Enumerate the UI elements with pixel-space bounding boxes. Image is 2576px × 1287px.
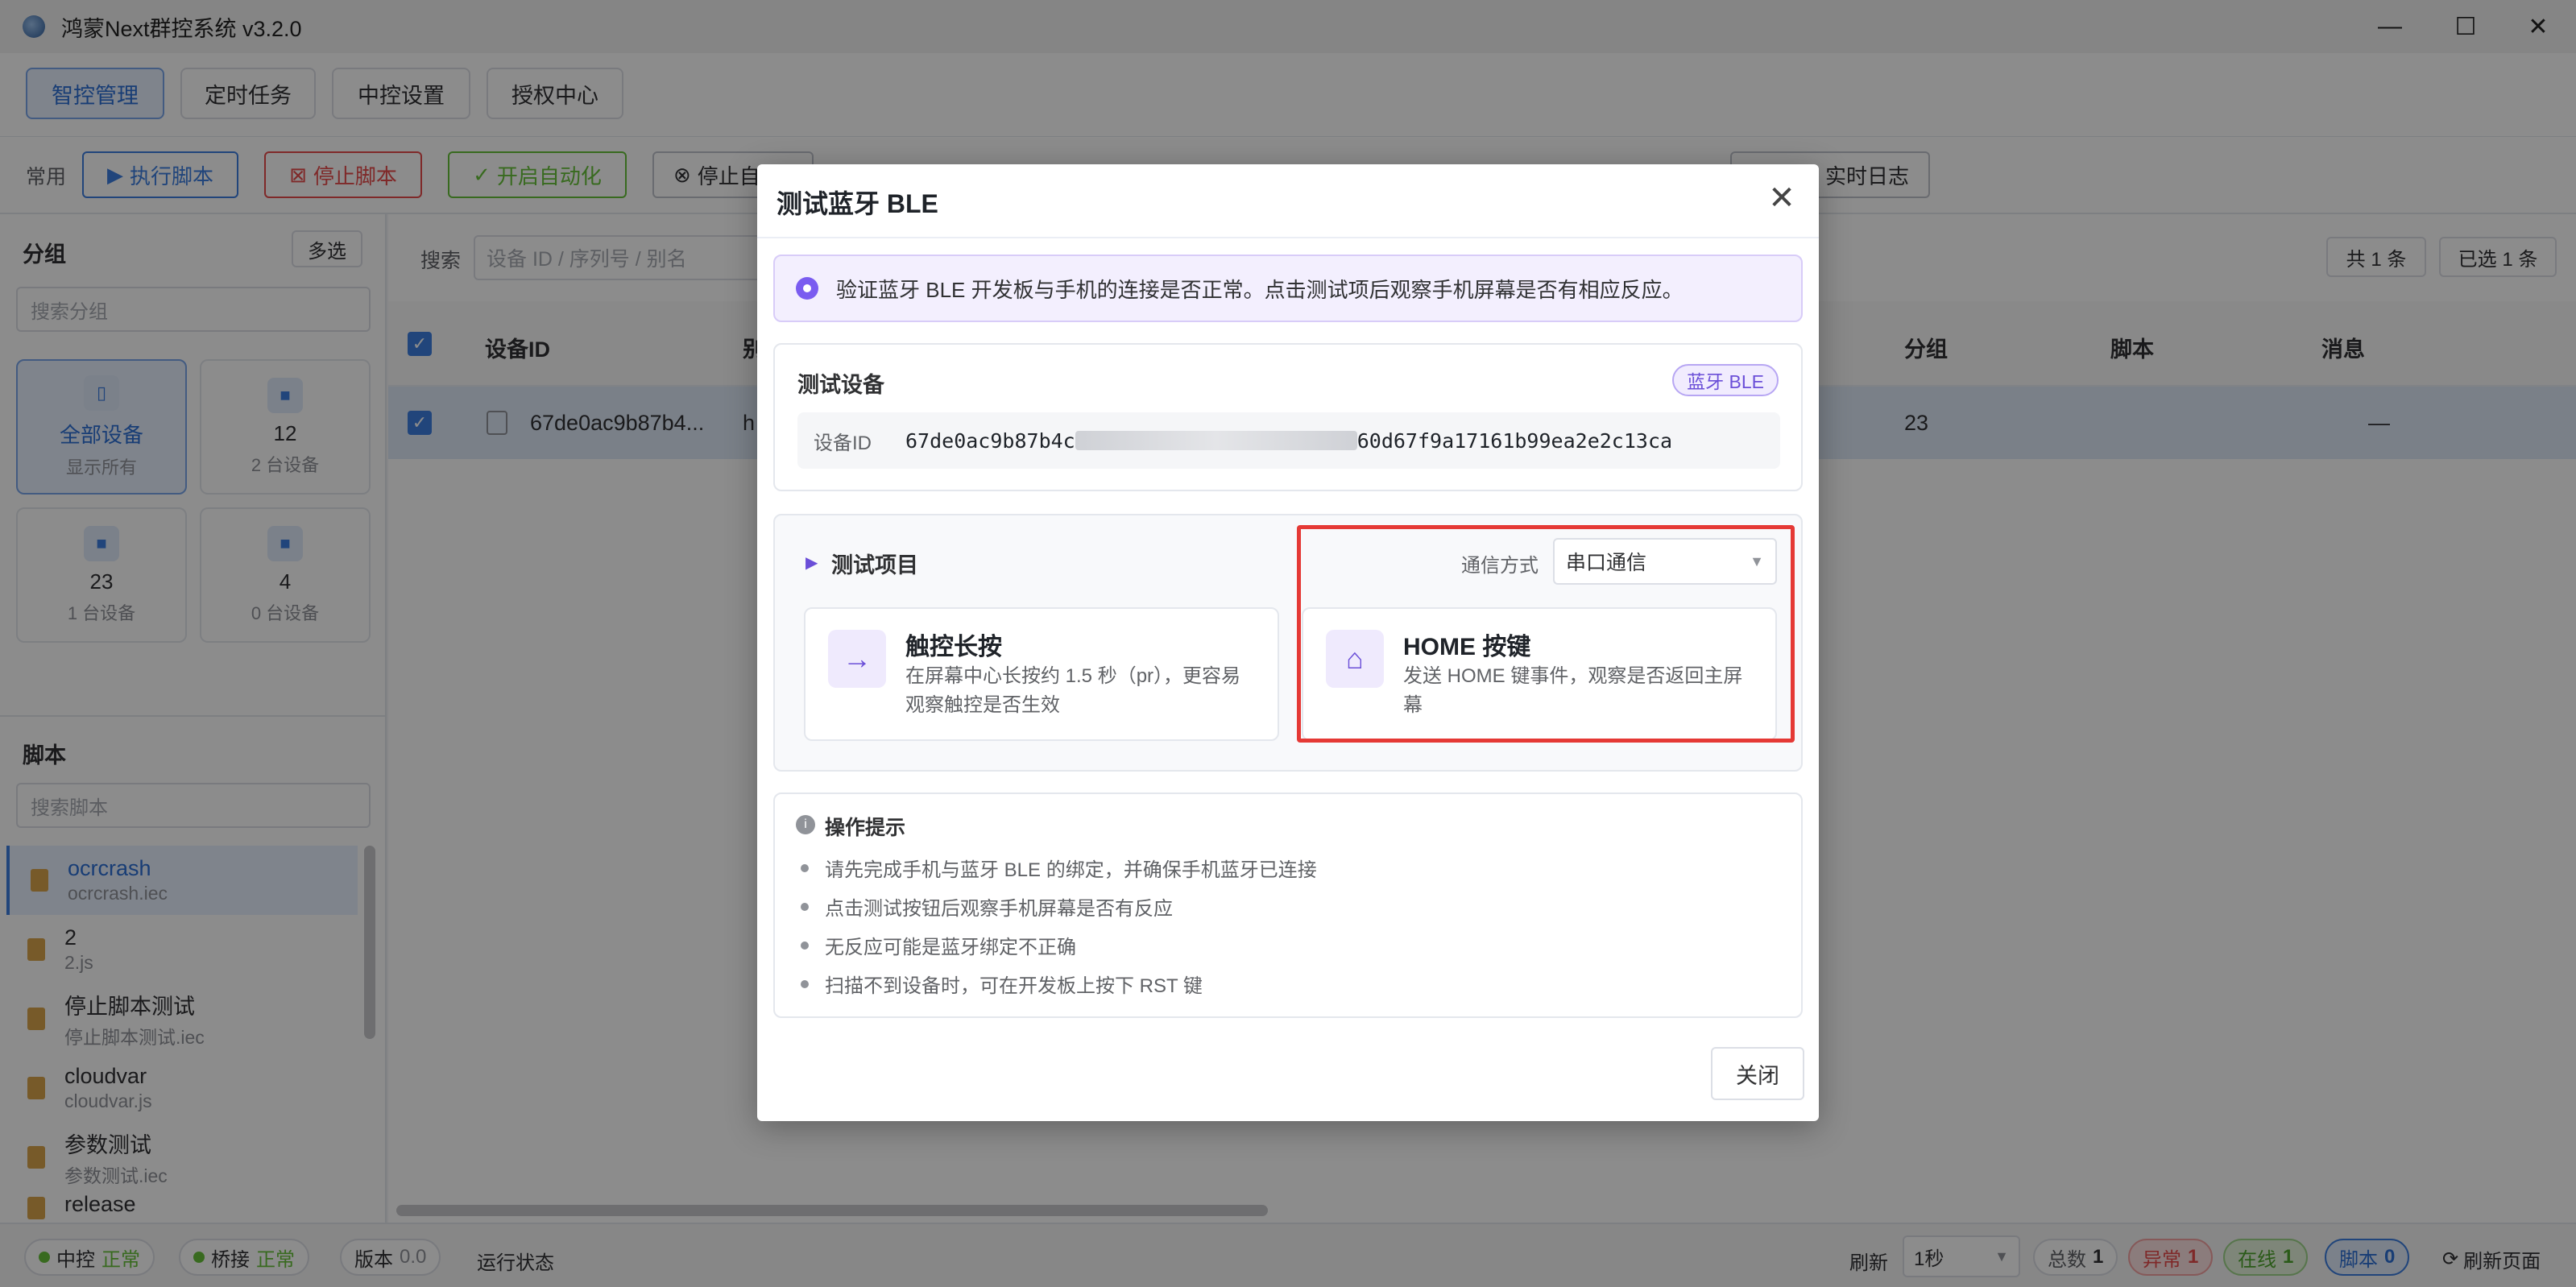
test-device-panel: 测试设备 蓝牙 BLE 设备ID 67de0ac9b87b4c 60d67f9a…: [773, 343, 1803, 491]
info-icon: i: [796, 815, 815, 834]
highlight-box: [1297, 525, 1795, 743]
device-id-start: 67de0ac9b87b4c: [905, 428, 1075, 453]
caret-right-icon[interactable]: ▶: [806, 552, 818, 573]
device-section-title: 测试设备: [797, 373, 884, 397]
tips-title: 操作提示: [825, 817, 906, 839]
info-dot-icon: [796, 277, 818, 300]
tip-item: 无反应可能是蓝牙绑定不正确: [823, 931, 1076, 959]
device-id-label: 设备ID: [814, 432, 872, 454]
divider: [757, 237, 1819, 238]
close-dialog-button[interactable]: 关闭: [1711, 1047, 1804, 1100]
test-items-panel: ▶ 测试项目 通信方式 串口通信 ▼ → 触控长按 在屏幕中心长按约 1.5 秒…: [773, 514, 1803, 772]
test-card-long-press[interactable]: → 触控长按 在屏幕中心长按约 1.5 秒（pr），更容易观察触控是否生效: [804, 607, 1279, 741]
tip-item: 扫描不到设备时，可在开发板上按下 RST 键: [823, 970, 1203, 998]
close-icon[interactable]: ✕: [1762, 179, 1801, 217]
redacted-segment: [1075, 431, 1357, 450]
arrow-right-icon: →: [828, 630, 886, 688]
dialog-title: 测试蓝牙 BLE: [777, 189, 938, 218]
test-items-title: 测试项目: [831, 553, 918, 577]
alert-text: 验证蓝牙 BLE 开发板与手机的连接是否正常。点击测试项后观察手机屏幕是否有相应…: [836, 277, 1684, 302]
device-id-end: 60d67f9a17161b99ea2e2c13ca: [1356, 428, 1673, 453]
tip-item: 请先完成手机与蓝牙 BLE 的绑定，并确保手机蓝牙已连接: [823, 854, 1317, 882]
ble-badge: 蓝牙 BLE: [1672, 364, 1779, 396]
tips-panel: i 操作提示 请先完成手机与蓝牙 BLE 的绑定，并确保手机蓝牙已连接 点击测试…: [773, 792, 1803, 1018]
tip-item: 点击测试按钮后观察手机屏幕是否有反应: [823, 892, 1173, 921]
info-alert: 验证蓝牙 BLE 开发板与手机的连接是否正常。点击测试项后观察手机屏幕是否有相应…: [773, 255, 1803, 322]
ble-test-dialog: 测试蓝牙 BLE ✕ 验证蓝牙 BLE 开发板与手机的连接是否正常。点击测试项后…: [757, 164, 1819, 1121]
device-id-row: 设备ID 67de0ac9b87b4c 60d67f9a17161b99ea2e…: [797, 412, 1780, 469]
